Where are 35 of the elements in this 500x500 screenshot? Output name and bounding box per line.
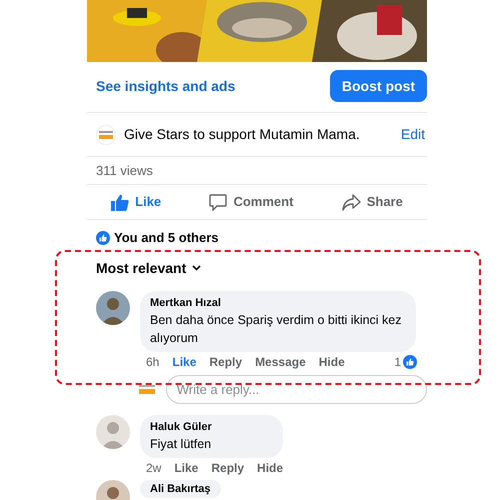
comment-time: 2w [146,460,162,474]
insights-link[interactable]: See insights and ads [96,76,236,96]
boost-post-button[interactable]: Boost post [330,70,427,102]
like-reaction-icon [96,230,110,245]
stars-prompt: Give Stars to support Mutamin Mama. [124,125,361,144]
page-logo-icon [96,124,116,144]
comment-action-link[interactable]: Hide [318,354,345,368]
reply-field[interactable]: Write a reply... [166,374,427,404]
comment-time: 6h [146,354,160,368]
share-button[interactable]: Share [342,192,403,212]
comment-like-link[interactable]: Like [174,460,198,474]
comment-text: Fiyat lütfen [150,436,212,452]
comment-author[interactable]: Haluk Güler [150,420,274,434]
like-count: 1 [394,354,401,368]
comment-button[interactable]: Comment [209,192,294,212]
comment-action-link[interactable]: Reply [209,354,242,368]
comment-action-link[interactable]: Hide [257,460,284,474]
avatar-icon [96,290,130,324]
sort-dropdown[interactable]: Most relevant [96,258,202,278]
speech-bubble-icon [209,194,228,210]
arrow-icon [342,194,361,210]
comment-action-link[interactable]: Reply [211,460,244,474]
like-reaction-icon [403,354,417,368]
comment-action-link[interactable]: Message [255,354,306,368]
comment-author[interactable]: Ali Bakırtaş [150,482,211,496]
edit-link[interactable]: Edit [400,124,425,145]
thumbs-up-icon [111,194,130,210]
reaction-summary: You and 5 others [114,229,218,247]
comment-author[interactable]: Mertkan Hızal [150,296,406,310]
avatar-icon [96,414,130,448]
comment-like-link[interactable]: Like [172,354,196,368]
chevron-down-icon [192,265,202,271]
comment-text: Ben daha önce Spariş verdim o bitti ikinci kez alıyorum [150,312,403,346]
view-count: 311 views [96,162,153,180]
like-button[interactable]: Like [111,192,162,212]
